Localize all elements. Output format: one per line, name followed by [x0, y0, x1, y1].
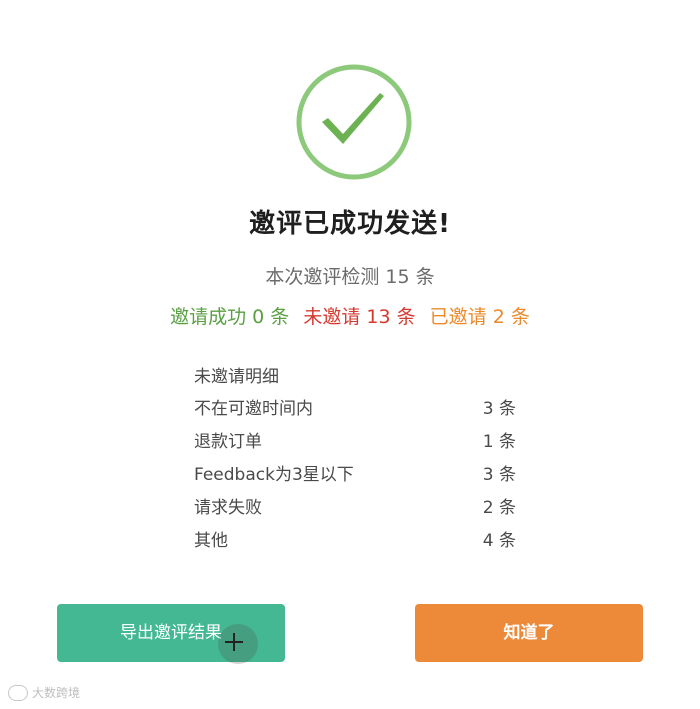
- watermark-logo-icon: [8, 684, 28, 701]
- detail-row: 不在可邀时间内 3 条: [194, 395, 524, 428]
- detail-row: Feedback为3星以下 3 条: [194, 461, 524, 494]
- detail-row-count: 1 条: [482, 432, 516, 452]
- ok-button[interactable]: 知道了: [415, 604, 643, 662]
- stat-not-invited: 未邀请 13 条: [303, 306, 416, 328]
- detail-title: 未邀请明细: [194, 367, 279, 387]
- detail-row-count: 2 条: [482, 498, 516, 518]
- detail-row-label: 退款订单: [194, 432, 262, 452]
- detail-row-count: 3 条: [482, 399, 516, 419]
- detail-row-label: 其他: [194, 531, 228, 551]
- watermark: 大数跨境: [8, 684, 80, 701]
- detail-row-label: Feedback为3星以下: [194, 465, 354, 485]
- detail-row-count: 3 条: [482, 465, 516, 485]
- stat-already-invited: 已邀请 2 条: [429, 306, 530, 328]
- invite-stats: 邀请成功 0 条 未邀请 13 条 已邀请 2 条: [0, 302, 700, 329]
- detection-summary: 本次邀评检测 15 条: [265, 266, 435, 288]
- not-invited-detail: 未邀请明细 不在可邀时间内 3 条 退款订单 1 条 Feedback为3星以下…: [194, 363, 524, 560]
- detail-row: 其他 4 条: [194, 527, 524, 560]
- detail-row-count: 4 条: [482, 531, 516, 551]
- detail-row: 请求失败 2 条: [194, 494, 524, 527]
- result-dialog: 邀评已成功发送! 本次邀评检测 15 条 邀请成功 0 条 未邀请 13 条 已…: [0, 0, 700, 709]
- detail-row: 退款订单 1 条: [194, 428, 524, 461]
- stat-success: 邀请成功 0 条: [170, 306, 290, 328]
- check-circle-icon: [296, 64, 412, 180]
- detail-row-label: 请求失败: [194, 498, 262, 518]
- dialog-title: 邀评已成功发送!: [249, 209, 451, 239]
- watermark-text: 大数跨境: [32, 686, 81, 700]
- detail-row-label: 不在可邀时间内: [194, 399, 313, 419]
- mouse-cursor: [218, 624, 258, 664]
